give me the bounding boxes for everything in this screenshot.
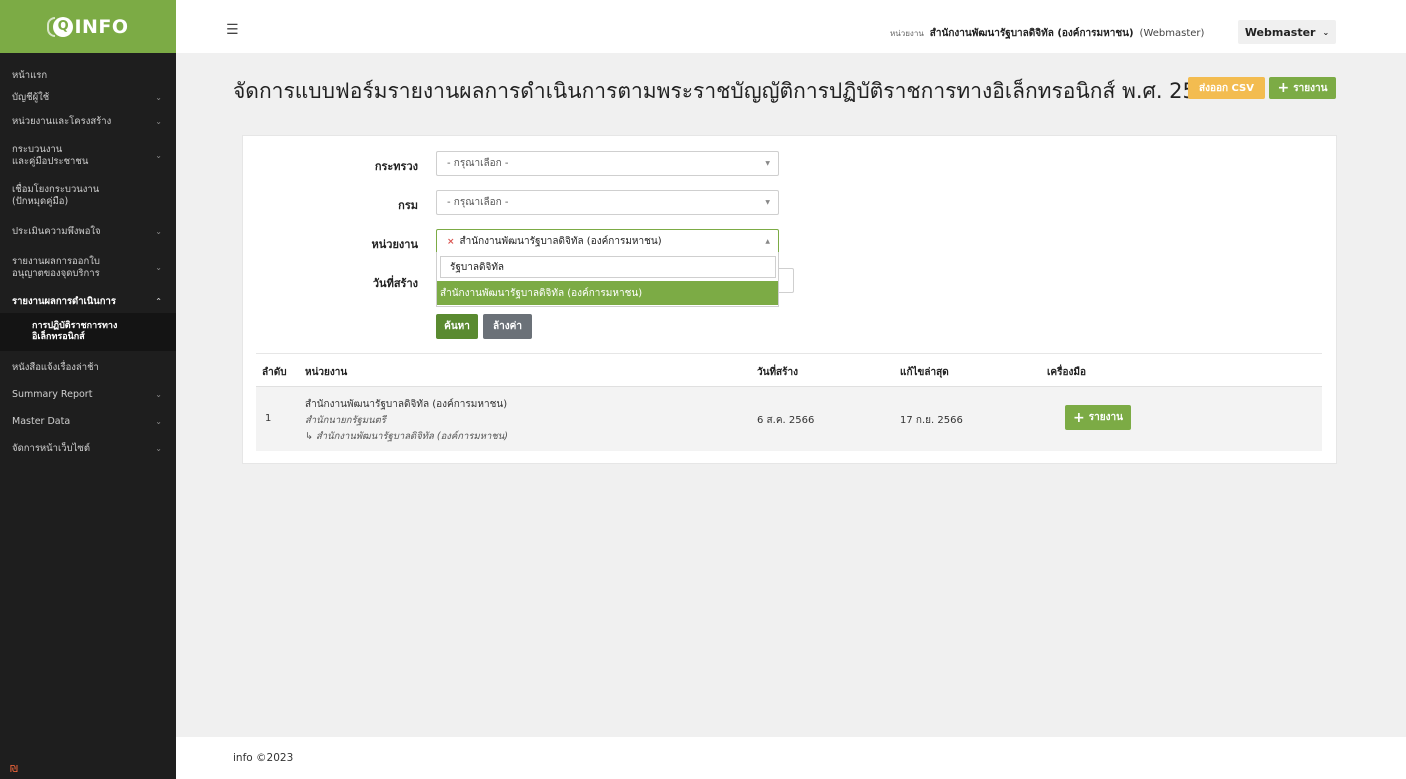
sidebar-item-license-report[interactable]: รายงานผลการออกใบ อนุญาตของจุดบริการ ⌄	[0, 251, 176, 285]
logo[interactable]: Q INFO	[0, 0, 176, 53]
app-badge-icon: ₪	[10, 764, 18, 775]
sidebar: Q INFO หน้าแรก บัญชีผู้ใช้ ⌄ หน่วยงานและโ…	[0, 0, 176, 779]
row-child-org: ↳ สำนักงานพัฒนารัฐบาลดิจิทัล (องค์การมหา…	[305, 431, 508, 442]
clear-selection-icon[interactable]: ×	[447, 237, 455, 247]
sidebar-item-agencies[interactable]: หน่วยงานและโครงสร้าง ⌄	[0, 111, 176, 133]
chevron-down-icon: ⌄	[155, 93, 162, 102]
ministry-label: กระทรวง	[374, 160, 418, 173]
chevron-down-icon: ⌄	[155, 444, 162, 453]
plus-icon: +	[1277, 80, 1290, 96]
add-report-button[interactable]: + รายงาน	[1269, 77, 1336, 99]
plus-icon: +	[1073, 409, 1085, 426]
sidebar-item-website[interactable]: จัดการหน้าเว็บไซต์ ⌄	[0, 438, 176, 460]
export-csv-button[interactable]: ส่งออก CSV	[1188, 77, 1265, 99]
chevron-down-icon: ⌄	[155, 151, 162, 160]
sidebar-item-master-data[interactable]: Master Data ⌄	[0, 411, 176, 433]
table-divider	[256, 353, 1322, 354]
sidebar-item-link-processes[interactable]: เชื่อมโยงกระบวนงาน (ปักหมุดคู่มือ)	[0, 179, 176, 213]
footer-copyright: info ©2023	[233, 752, 294, 764]
created-date-label: วันที่สร้าง	[372, 277, 418, 290]
logo-ring-icon	[47, 16, 56, 37]
chevron-down-icon: ⌄	[155, 390, 162, 399]
chevron-down-icon: ⌄	[1322, 27, 1330, 37]
column-header-created: วันที่สร้าง	[757, 367, 799, 378]
submenu-item-e-government[interactable]: การปฏิบัติราชการทาง อิเล็กทรอนิกส์	[0, 313, 176, 351]
chevron-down-icon: ⌄	[155, 117, 162, 126]
column-header-agency: หน่วยงาน	[305, 367, 348, 378]
agency-label: หน่วยงาน	[371, 238, 418, 251]
ministry-select[interactable]: - กรุณาเลือก - ▼	[436, 151, 779, 176]
row-agency-name: สำนักงานพัฒนารัฐบาลดิจิทัล (องค์การมหาชน…	[305, 399, 508, 410]
dropdown-option[interactable]: สำนักงานพัฒนารัฐบาลดิจิทัล (องค์การมหาชน…	[437, 281, 778, 305]
row-report-button[interactable]: + รายงาน	[1065, 405, 1131, 430]
sidebar-item-operation-report[interactable]: รายงานผลการดำเนินการ ⌃	[0, 291, 176, 313]
chevron-up-icon: ⌃	[155, 297, 162, 306]
logo-q-icon: Q	[53, 16, 74, 37]
caret-down-icon: ▼	[765, 199, 770, 206]
footer: info ©2023	[176, 737, 1406, 779]
menu-toggle-icon[interactable]: ☰	[226, 22, 239, 38]
page-title: จัดการแบบฟอร์มรายงานผลการดำเนินการตามพระ…	[233, 79, 1223, 103]
chevron-down-icon: ⌄	[155, 263, 162, 272]
column-header-no: ลำดับ	[262, 367, 287, 378]
sidebar-item-accounts[interactable]: บัญชีผู้ใช้ ⌄	[0, 87, 176, 109]
agency-dropdown: รัฐบาลดิจิทัล สำนักงานพัฒนารัฐบาลดิจิทัล…	[436, 252, 779, 307]
search-button[interactable]: ค้นหา	[436, 314, 478, 339]
row-updated-date: 17 ก.ย. 2566	[900, 415, 963, 426]
column-header-updated: แก้ไขล่าสุด	[900, 367, 949, 378]
row-created-date: 6 ส.ค. 2566	[757, 415, 815, 426]
caret-up-icon: ▲	[765, 238, 770, 245]
caret-down-icon: ▼	[765, 160, 770, 167]
row-number: 1	[265, 413, 272, 424]
clear-button[interactable]: ล้างค่า	[483, 314, 532, 339]
row-parent-org: สำนักนายกรัฐมนตรี	[305, 415, 386, 426]
department-label: กรม	[398, 199, 418, 212]
agency-select[interactable]: × สำนักงานพัฒนารัฐบาลดิจิทัล (องค์การมหาช…	[436, 229, 779, 254]
subdirectory-arrow-icon: ↳	[305, 431, 313, 442]
user-menu-button[interactable]: Webmaster ⌄	[1238, 20, 1336, 44]
sidebar-item-processes[interactable]: กระบวนงาน และคู่มือประชาชน ⌄	[0, 139, 176, 173]
sidebar-item-home[interactable]: หน้าแรก	[0, 65, 176, 87]
sidebar-item-satisfaction[interactable]: ประเมินความพึงพอใจ ⌄	[0, 221, 176, 243]
chevron-down-icon: ⌄	[155, 227, 162, 236]
column-header-tools: เครื่องมือ	[1047, 367, 1086, 378]
dropdown-search-input[interactable]: รัฐบาลดิจิทัล	[440, 256, 776, 278]
chevron-down-icon: ⌄	[155, 417, 162, 426]
department-select[interactable]: - กรุณาเลือก - ▼	[436, 190, 779, 215]
sidebar-item-delay-letters[interactable]: หนังสือแจ้งเรื่องล่าช้า	[0, 357, 176, 379]
sidebar-item-summary-report[interactable]: Summary Report ⌄	[0, 384, 176, 406]
sidebar-menu: หน้าแรก บัญชีผู้ใช้ ⌄ หน่วยงานและโครงสร้า…	[0, 65, 176, 460]
